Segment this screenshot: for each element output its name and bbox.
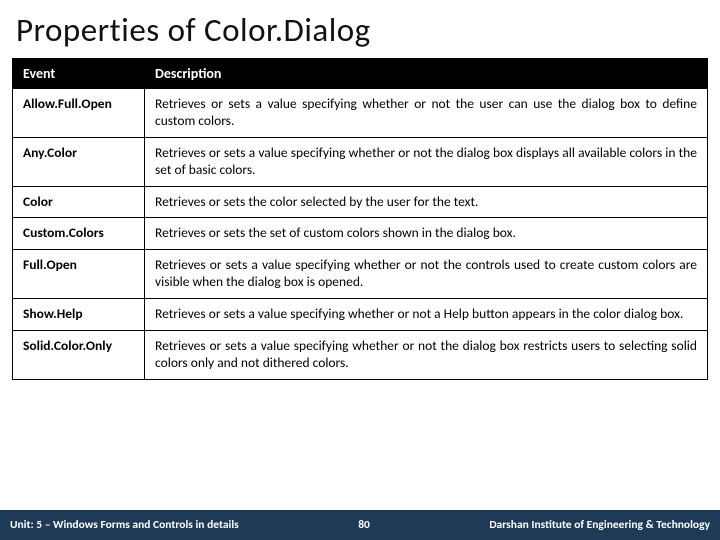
cell-event: Full.Open (13, 250, 145, 299)
header-description: Description (145, 59, 708, 89)
slide-footer: Unit: 5 – Windows Forms and Controls in … (0, 510, 720, 540)
table-row: Allow.Full.Open Retrieves or sets a valu… (13, 89, 708, 138)
cell-description: Retrieves or sets the set of custom colo… (145, 218, 708, 250)
header-event: Event (13, 59, 145, 89)
cell-description: Retrieves or sets a value specifying whe… (145, 299, 708, 331)
cell-description: Retrieves or sets a value specifying whe… (145, 137, 708, 186)
cell-event: Color (13, 186, 145, 218)
table-header-row: Event Description (13, 59, 708, 89)
cell-description: Retrieves or sets a value specifying whe… (145, 250, 708, 299)
cell-event: Any.Color (13, 137, 145, 186)
cell-event: Show.Help (13, 299, 145, 331)
cell-event: Solid.Color.Only (13, 330, 145, 379)
cell-description: Retrieves or sets the color selected by … (145, 186, 708, 218)
properties-table: Event Description Allow.Full.Open Retrie… (12, 58, 708, 380)
footer-page-number: 80 (334, 518, 394, 532)
slide: Properties of Color.Dialog Event Descrip… (0, 0, 720, 540)
table-row: Any.Color Retrieves or sets a value spec… (13, 137, 708, 186)
footer-unit: Unit: 5 – Windows Forms and Controls in … (0, 518, 239, 532)
page-title: Properties of Color.Dialog (0, 0, 720, 58)
cell-description: Retrieves or sets a value specifying whe… (145, 89, 708, 138)
table-row: Custom.Colors Retrieves or sets the set … (13, 218, 708, 250)
table-row: Show.Help Retrieves or sets a value spec… (13, 299, 708, 331)
cell-event: Custom.Colors (13, 218, 145, 250)
table-row: Color Retrieves or sets the color select… (13, 186, 708, 218)
properties-table-wrap: Event Description Allow.Full.Open Retrie… (0, 58, 720, 540)
cell-event: Allow.Full.Open (13, 89, 145, 138)
cell-description: Retrieves or sets a value specifying whe… (145, 330, 708, 379)
footer-institute: Darshan Institute of Engineering & Techn… (489, 518, 720, 532)
table-row: Solid.Color.Only Retrieves or sets a val… (13, 330, 708, 379)
table-row: Full.Open Retrieves or sets a value spec… (13, 250, 708, 299)
